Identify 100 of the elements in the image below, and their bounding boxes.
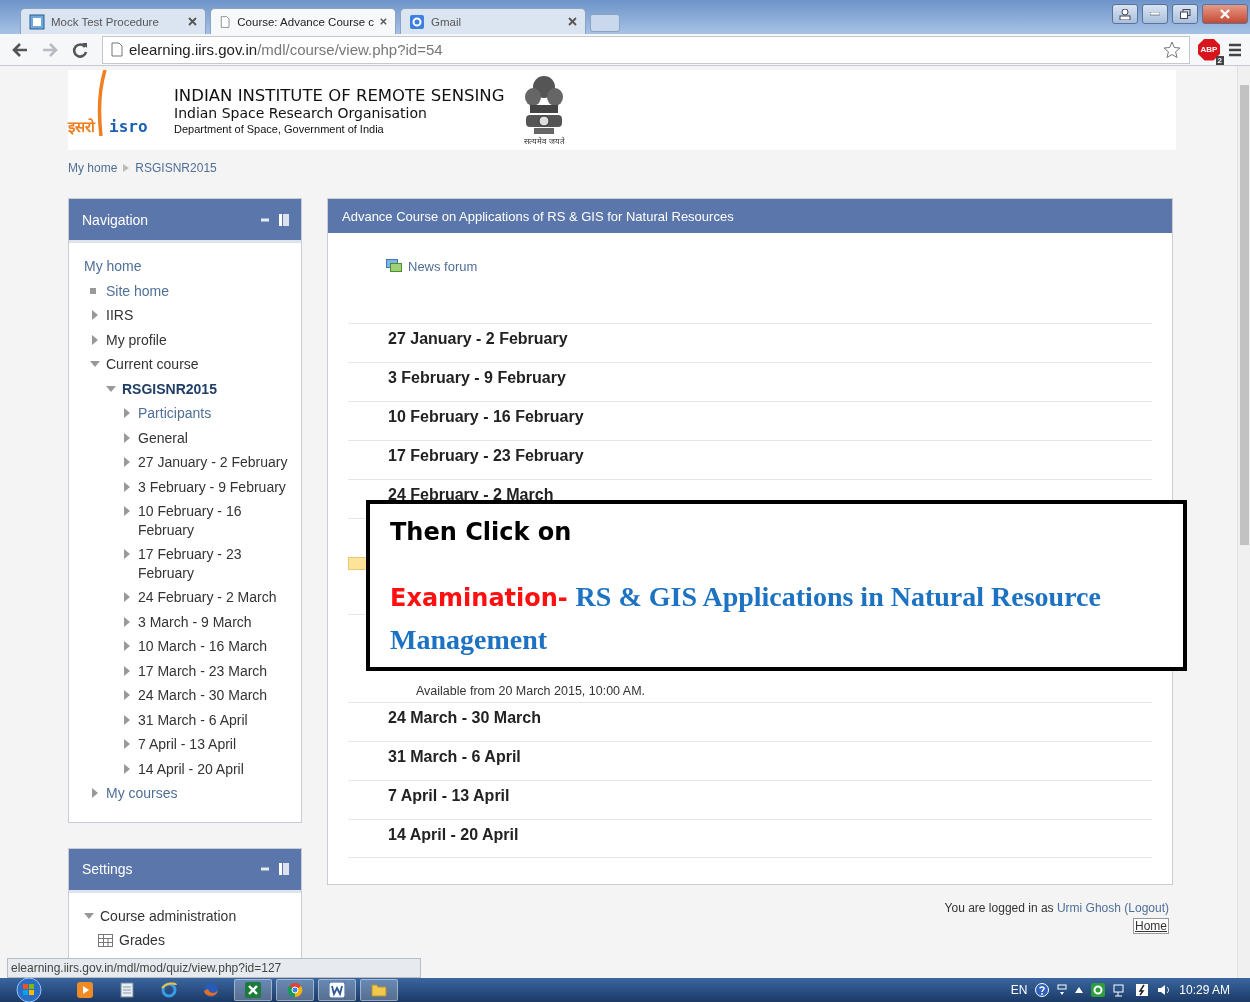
- section-title: 31 March - 6 April: [388, 748, 521, 765]
- expand-triangle-icon[interactable]: [122, 549, 132, 559]
- logo-text: इसरो: [68, 117, 95, 136]
- block-title: Settings: [82, 861, 134, 877]
- collapse-triangle-icon[interactable]: [106, 383, 116, 394]
- tree-item[interactable]: General: [138, 428, 188, 447]
- help-icon[interactable]: [1035, 983, 1050, 997]
- close-icon[interactable]: [188, 17, 197, 26]
- forum-link[interactable]: News forum: [408, 258, 478, 274]
- expand-triangle-icon[interactable]: [122, 739, 132, 749]
- url-path: /mdl/course/view.php?id=54: [257, 41, 443, 58]
- tree-item[interactable]: Site home: [106, 281, 170, 300]
- forum-icon: [386, 259, 402, 273]
- expand-triangle-icon[interactable]: [122, 481, 132, 492]
- tree-item[interactable]: 10 March - 16 March: [138, 637, 268, 656]
- start-button[interactable]: [14, 978, 44, 1002]
- expand-triangle-icon[interactable]: [122, 457, 132, 467]
- tree-item[interactable]: RSGISNR2015: [122, 379, 217, 398]
- expand-triangle-icon[interactable]: [122, 690, 132, 700]
- minimize-button[interactable]: [1142, 4, 1168, 24]
- tree-item[interactable]: 10 February - 16 February: [138, 502, 289, 539]
- page-icon: [111, 42, 123, 57]
- status-url: elearning.iirs.gov.in/mdl/mod/quiz/view.php?id=127: [7, 958, 421, 978]
- restore-button[interactable]: [1172, 4, 1198, 24]
- expand-triangle-icon[interactable]: [122, 665, 132, 676]
- breadcrumb-link[interactable]: My home: [68, 161, 118, 175]
- language-indicator[interactable]: EN: [1010, 983, 1028, 997]
- star-icon[interactable]: [1163, 40, 1181, 59]
- chrome-icon[interactable]: [276, 979, 314, 1001]
- tree-item[interactable]: 17 February - 23 February: [138, 545, 289, 582]
- tree-item[interactable]: 3 February - 9 February: [138, 477, 286, 496]
- tree-item[interactable]: 24 March - 30 March: [138, 686, 268, 705]
- tree-item[interactable]: Course administration: [100, 906, 237, 925]
- tree-item[interactable]: My courses: [106, 784, 178, 803]
- tree-item[interactable]: 24 February - 2 March: [138, 588, 277, 607]
- course-title: Advance Course on Applications of RS & GIS for Natural Resources: [342, 208, 734, 224]
- tree-item[interactable]: 31 March - 6 April: [138, 710, 248, 729]
- expand-triangle-icon[interactable]: [90, 334, 100, 345]
- clock[interactable]: 10:29 AM: [1179, 983, 1230, 997]
- tree-item[interactable]: My home: [84, 257, 142, 276]
- person-icon: [1119, 8, 1131, 20]
- expand-triangle-icon[interactable]: [122, 616, 132, 627]
- logout-link[interactable]: (Logout): [1124, 901, 1169, 915]
- breadcrumb-link[interactable]: RSGISNR2015: [135, 161, 217, 175]
- network-icon[interactable]: [1057, 984, 1068, 996]
- power-icon[interactable]: [1135, 983, 1150, 997]
- spreadsheet-icon[interactable]: [234, 979, 272, 1001]
- tree-item[interactable]: 7 April - 13 April: [138, 735, 237, 754]
- tree-item[interactable]: 27 January - 2 February: [138, 453, 288, 472]
- adblock-button[interactable]: ABP 2: [1196, 36, 1222, 63]
- user-button[interactable]: [1112, 4, 1138, 24]
- q-app-icon[interactable]: [1091, 983, 1106, 997]
- expand-triangle-icon[interactable]: [122, 641, 132, 651]
- collapse-triangle-icon[interactable]: [90, 359, 100, 369]
- page-icon: [219, 13, 232, 30]
- scrollbar[interactable]: [1237, 66, 1250, 978]
- availability-note: Available from 20 March 2015, 10:00 AM.: [416, 684, 646, 698]
- tree-item[interactable]: Participants: [138, 404, 212, 423]
- expand-triangle-icon[interactable]: [122, 763, 132, 774]
- close-icon: [1219, 9, 1231, 19]
- expand-triangle-icon[interactable]: [122, 408, 132, 418]
- expand-triangle-icon[interactable]: [122, 592, 132, 602]
- tree-item[interactable]: Grades: [119, 931, 165, 950]
- address-field[interactable]: elearning.iirs.gov.in/mdl/course/view.php?id=54: [102, 35, 1190, 64]
- tree-item[interactable]: 14 April - 20 April: [138, 759, 244, 778]
- tab-title: Mock Test Procedure: [51, 15, 160, 28]
- expand-triangle-icon[interactable]: [122, 506, 132, 516]
- tree-item[interactable]: My profile: [106, 330, 167, 349]
- section-title: 24 February - 2 March: [388, 486, 554, 503]
- home-button[interactable]: Home: [1133, 918, 1169, 934]
- user-link[interactable]: Urmi Ghosh: [1056, 901, 1121, 915]
- dock-icon[interactable]: [279, 213, 289, 226]
- speaker-icon[interactable]: [1157, 984, 1172, 996]
- collapse-triangle-icon[interactable]: [84, 910, 94, 921]
- section-title: 17 February - 23 February: [388, 447, 584, 464]
- institute-title: INDIAN INSTITUTE OF REMOTE SENSING: [174, 85, 505, 105]
- document-icon[interactable]: [318, 979, 356, 1001]
- folder-icon[interactable]: [360, 979, 398, 1001]
- restore-icon: [1179, 9, 1191, 19]
- expand-triangle-icon[interactable]: [90, 788, 100, 798]
- instruction-text: Then Click on: [390, 518, 573, 546]
- bullet-icon: [90, 287, 96, 294]
- close-icon[interactable]: [568, 17, 577, 26]
- section-title: 27 January - 2 February: [388, 330, 568, 347]
- close-button[interactable]: [1202, 4, 1248, 24]
- tree-item[interactable]: IIRS: [106, 306, 134, 325]
- browser-tab[interactable]: Gmail: [400, 8, 586, 34]
- expand-triangle-icon[interactable]: [90, 310, 100, 320]
- tree-item[interactable]: 3 March - 9 March: [138, 612, 252, 631]
- collapse-icon[interactable]: [261, 217, 269, 222]
- expand-triangle-icon[interactable]: [122, 714, 132, 725]
- tree-item[interactable]: 17 March - 23 March: [138, 661, 268, 680]
- expand-triangle-icon[interactable]: [122, 432, 132, 443]
- dock-icon[interactable]: [279, 863, 289, 875]
- close-icon[interactable]: [380, 17, 387, 26]
- menu-icon[interactable]: [1228, 42, 1242, 57]
- browser-tab[interactable]: Course: Advance Course c: [210, 8, 396, 34]
- caret-icon[interactable]: [1075, 987, 1084, 993]
- tree-item[interactable]: Current course: [106, 355, 199, 374]
- browser-tab[interactable]: Mock Test Procedure: [20, 8, 206, 34]
